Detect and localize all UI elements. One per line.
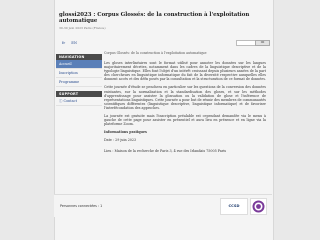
footer: Personnes connectées : 1 CCSD (54, 194, 272, 217)
sidebar: NAVIGATION Accueil Inscription Programme… (56, 54, 102, 106)
online-users-count: Personnes connectées : 1 (60, 204, 103, 208)
ccsd-logo[interactable]: CCSD (220, 198, 248, 215)
support-block: SUPPORT ⓘ Contact (56, 91, 102, 106)
sidebar-item-contact[interactable]: ⓘ Contact (56, 97, 102, 106)
sidebar-item-inscription[interactable]: Inscription (56, 69, 102, 78)
main-content: Corpus Glossés: de la construction à l'e… (104, 51, 266, 160)
event-venue: Lieu : Maison de la recherche de Paris 3… (104, 149, 227, 154)
site-title[interactable]: glossi2023 : Corpus Glossés: de la const… (59, 12, 259, 24)
practical-info-heading: Informations pratiques (104, 130, 147, 135)
sciencesconf-logo[interactable] (250, 198, 267, 215)
search-input[interactable] (236, 40, 257, 46)
sidebar-item-accueil[interactable]: Accueil (56, 60, 102, 69)
language-switcher: fr EN (62, 41, 82, 45)
sciencesconf-logo-icon (252, 200, 265, 213)
event-date: Date : 29 juin 2023 (104, 138, 137, 143)
goals-paragraph: Cette journée d'étude se penchera en par… (104, 85, 266, 110)
search-button[interactable]: OK (255, 40, 270, 46)
header: glossi2023 : Corpus Glossés: de la const… (55, 0, 273, 36)
site-subtitle: 30-30 juin 2023 Paris (France) (59, 26, 106, 30)
lang-fr-link[interactable]: fr (62, 41, 65, 45)
breadcrumb: Corpus Glossés: de la construction à l'e… (104, 51, 207, 55)
intro-paragraph: Les gloses interlinéaires sont le format… (104, 61, 266, 82)
registration-paragraph: La journée est gratuite mais l'inscripti… (104, 114, 266, 127)
sidebar-item-programme[interactable]: Programme (56, 78, 102, 87)
sidebar-item-contact-label: Contact (63, 99, 77, 103)
lang-en-link[interactable]: EN (71, 41, 77, 45)
